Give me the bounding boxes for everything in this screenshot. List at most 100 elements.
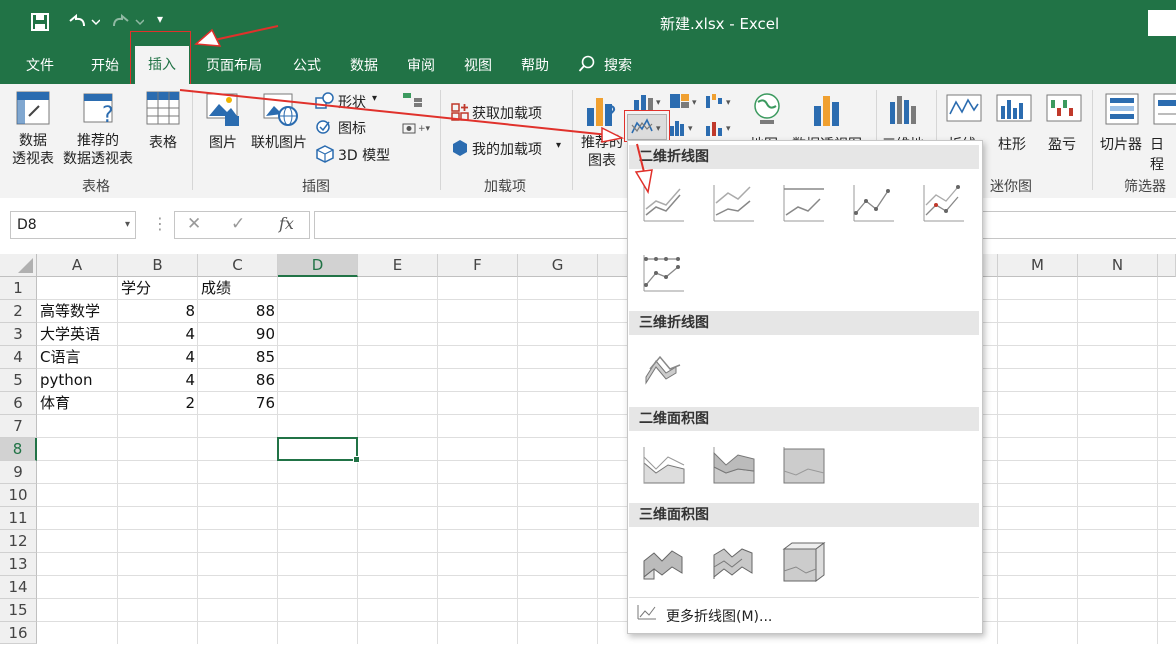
combo-chart-icon[interactable]: ▾ [704,118,736,140]
more-line-charts-item[interactable]: 更多折线图(M)... [666,606,772,626]
tab-help[interactable]: 帮助 [521,55,549,75]
get-addins-button[interactable]: 获取加载项 [472,103,542,123]
pivot-table-icon[interactable] [15,90,51,130]
cell-c2[interactable]: 88 [198,300,278,323]
slicer-icon[interactable] [1104,92,1140,132]
cell-c6[interactable]: 76 [198,392,278,415]
statistic-chart-icon[interactable]: ▾ [668,118,700,140]
tab-review[interactable]: 审阅 [407,55,435,75]
map-chart-icon[interactable] [752,92,782,132]
row-header-11[interactable]: 11 [0,507,37,530]
100-stacked-line-markers-chart-option[interactable] [640,251,686,297]
col-header-c[interactable]: C [198,254,278,277]
table-icon[interactable] [145,90,181,130]
picture-button[interactable]: 图片 [203,134,243,152]
my-addins-button[interactable]: 我的加载项 [472,139,542,159]
save-icon[interactable] [30,12,50,37]
sparkline-line-icon[interactable] [946,94,982,128]
row-header-12[interactable]: 12 [0,530,37,553]
icons-button[interactable]: 图标 [338,118,366,138]
cell-b6[interactable]: 2 [118,392,198,415]
name-box[interactable]: D8 ▾ [10,211,136,239]
col-header-e[interactable]: E [358,254,438,277]
3d-line-chart-option[interactable] [640,347,686,393]
hierarchy-chart-icon[interactable]: ▾ [668,92,700,114]
timeline-button[interactable]: 日程 [1150,134,1176,174]
row-header-6[interactable]: 6 [0,392,37,415]
col-header-b[interactable]: B [118,254,198,277]
cell-c5[interactable]: 86 [198,369,278,392]
3d-stacked-area-chart-option[interactable] [710,539,756,585]
cell-b4[interactable]: 4 [118,346,198,369]
col-header-o[interactable] [1158,254,1176,277]
cell-c3[interactable]: 90 [198,323,278,346]
cell-c4[interactable]: 85 [198,346,278,369]
recommended-charts-icon[interactable]: ? [585,92,621,132]
pivot-chart-icon[interactable] [812,92,848,132]
tab-page-layout[interactable]: 页面布局 [206,55,262,75]
select-all-corner[interactable] [0,254,37,277]
100-stacked-area-chart-option[interactable] [780,443,826,489]
online-picture-icon[interactable] [262,92,298,132]
online-picture-button[interactable]: 联机图片 [247,134,311,152]
smartart-icon[interactable] [402,92,424,112]
name-box-dropdown-icon[interactable]: ▾ [125,212,130,238]
row-header-3[interactable]: 3 [0,323,37,346]
row-header-1[interactable]: 1 [0,277,37,300]
tab-formulas[interactable]: 公式 [293,55,321,75]
shapes-icon[interactable] [315,92,335,114]
insert-function-button[interactable]: fx [279,214,294,233]
row-header-14[interactable]: 14 [0,576,37,599]
cell-b1[interactable]: 学分 [118,277,198,300]
3d-100-stacked-area-chart-option[interactable] [780,539,826,585]
row-header-5[interactable]: 5 [0,369,37,392]
col-header-m[interactable]: M [998,254,1078,277]
get-addins-icon[interactable] [450,102,470,126]
row-header-8[interactable]: 8 [0,438,37,461]
3d-area-chart-option[interactable] [640,539,686,585]
cell-a3[interactable]: 大学英语 [37,323,118,346]
row-header-13[interactable]: 13 [0,553,37,576]
tab-view[interactable]: 视图 [464,55,492,75]
active-cell-d8[interactable] [277,437,360,463]
line-chart-option[interactable] [640,181,686,227]
tab-search[interactable]: 搜索 [604,55,632,75]
recommended-pivot-button[interactable]: 推荐的 数据透视表 [58,132,138,168]
stacked-line-markers-chart-option[interactable] [920,181,966,227]
recommended-charts-button[interactable]: 推荐的 图表 [578,134,626,170]
fill-handle[interactable] [353,456,360,463]
100-stacked-line-chart-option[interactable] [780,181,826,227]
my-addins-icon[interactable] [450,138,470,162]
cell-c1[interactable]: 成绩 [198,277,278,300]
customize-qat-icon[interactable]: ▾ [157,12,163,26]
shapes-dropdown-icon[interactable]: ▾ [372,93,377,104]
table-button[interactable]: 表格 [140,134,186,152]
account-area[interactable] [1148,10,1176,36]
slicer-button[interactable]: 切片器 [1100,134,1142,154]
row-header-10[interactable]: 10 [0,484,37,507]
screenshot-icon[interactable]: +▾ [402,120,432,138]
my-addins-dropdown-icon[interactable]: ▾ [556,140,561,151]
col-header-n[interactable]: N [1078,254,1158,277]
row-header-9[interactable]: 9 [0,461,37,484]
icons-icon[interactable] [315,118,335,140]
tab-file[interactable]: 文件 [26,55,54,75]
3d-model-button[interactable]: 3D 模型 [338,145,390,165]
area-chart-option[interactable] [640,443,686,489]
cell-a4[interactable]: C语言 [37,346,118,369]
col-header-f[interactable]: F [438,254,518,277]
shapes-button[interactable]: 形状 [338,92,366,112]
cell-b5[interactable]: 4 [118,369,198,392]
cell-b2[interactable]: 8 [118,300,198,323]
tab-data[interactable]: 数据 [350,55,378,75]
3d-model-icon[interactable] [315,145,335,167]
formula-bar-resize-icon[interactable]: ⋮ [152,214,168,233]
tab-home[interactable]: 开始 [91,55,119,75]
col-header-g[interactable]: G [518,254,598,277]
stacked-area-chart-option[interactable] [710,443,756,489]
cell-a2[interactable]: 高等数学 [37,300,118,323]
col-header-a[interactable]: A [37,254,118,277]
line-markers-chart-option[interactable] [850,181,896,227]
row-header-16[interactable]: 16 [0,622,37,644]
row-header-4[interactable]: 4 [0,346,37,369]
